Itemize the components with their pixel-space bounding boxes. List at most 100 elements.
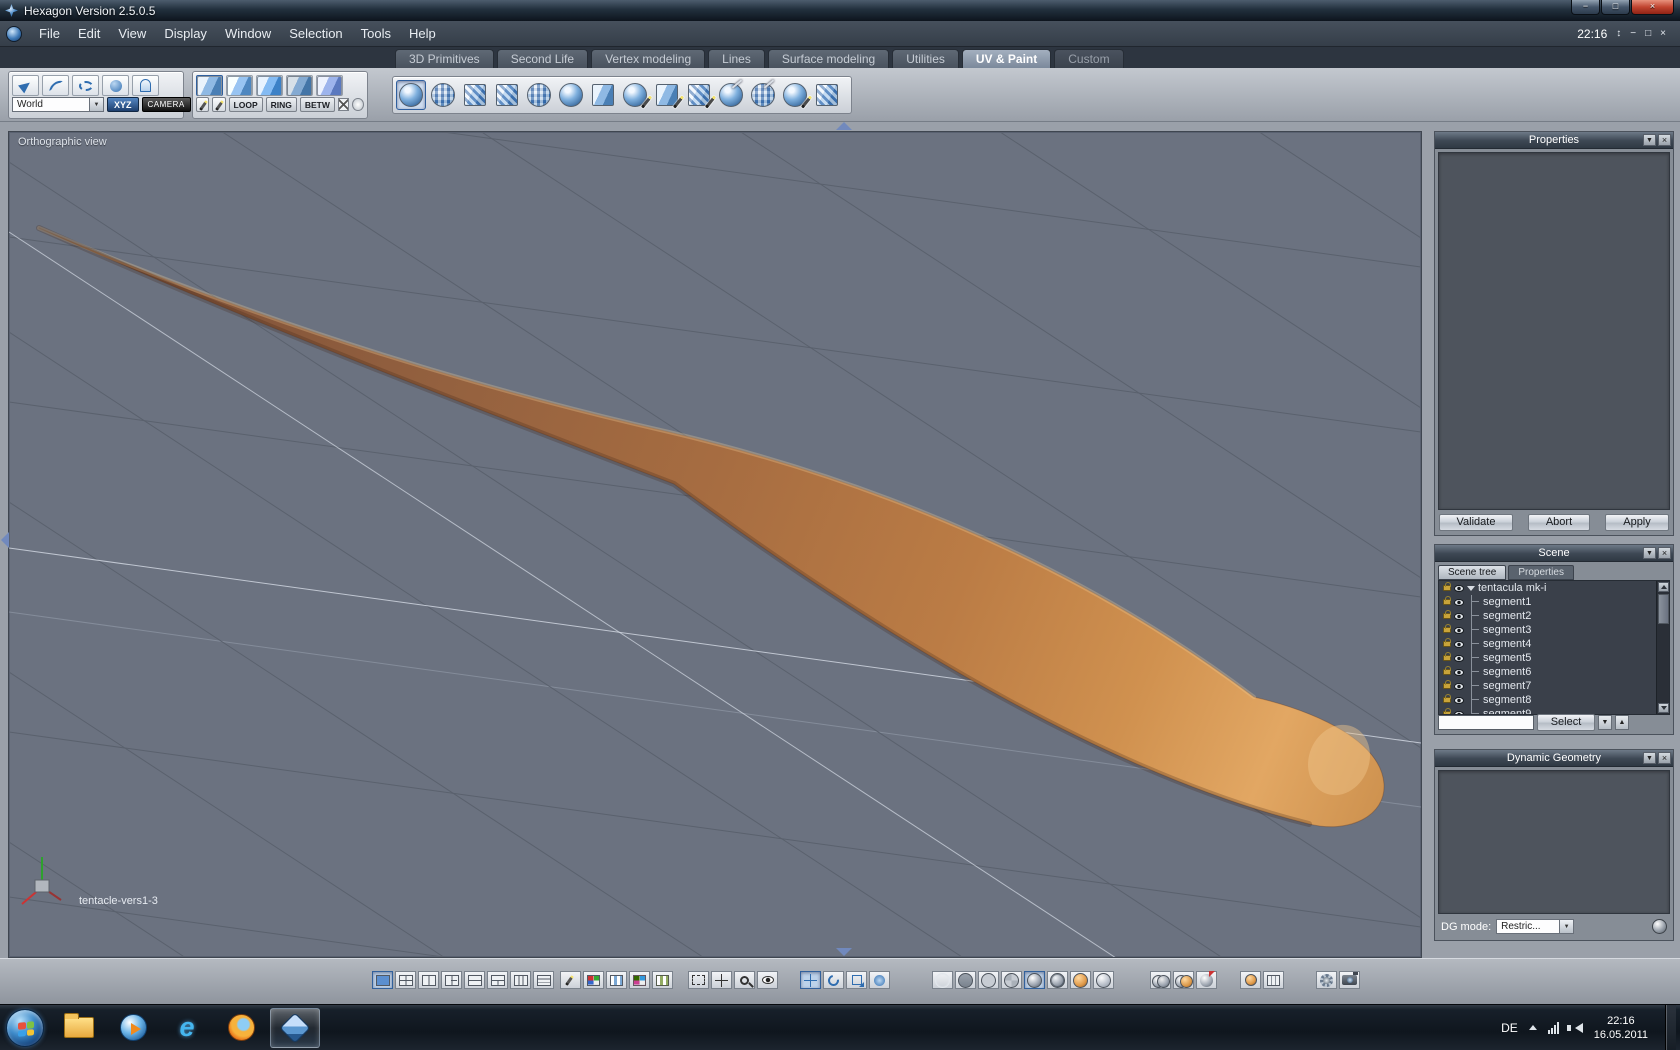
scale-manipulator-icon[interactable]	[846, 971, 867, 989]
uv-knife-sphere-icon[interactable]	[748, 80, 778, 110]
ring-button[interactable]: RING	[265, 97, 297, 112]
lock-icon[interactable]	[1443, 680, 1451, 689]
dg-mode-dropdown[interactable]: Restric... ▼	[1496, 919, 1575, 934]
uv-cubic-projection-icon[interactable]	[492, 80, 522, 110]
scrollbar-thumb[interactable]	[1658, 594, 1669, 624]
render-settings-icon[interactable]	[1316, 971, 1337, 989]
uv-cylindrical-projection-icon[interactable]	[460, 80, 490, 110]
lasso-select-icon[interactable]	[72, 75, 99, 96]
visibility-icon[interactable]	[1454, 584, 1464, 592]
visibility-icon[interactable]	[1454, 682, 1464, 690]
menu-tools[interactable]: Tools	[352, 21, 400, 46]
chevron-down-icon[interactable]: ▼	[90, 97, 104, 112]
shade-all-icon[interactable]	[1173, 971, 1194, 989]
material-preview-icon[interactable]	[1240, 971, 1261, 989]
grow-selection-icon[interactable]	[352, 98, 364, 111]
abort-button[interactable]: Abort	[1528, 514, 1590, 531]
tab-lines[interactable]: Lines	[708, 49, 765, 68]
scene-tree-item[interactable]: segment4	[1439, 637, 1669, 651]
viewport-canvas[interactable]: Orthographic view tentacle-vers1-3	[8, 131, 1422, 958]
layout-three-horizontal-icon[interactable]	[533, 971, 554, 989]
camera-button[interactable]: CAMERA	[141, 97, 191, 112]
tab-utilities[interactable]: Utilities	[892, 49, 959, 68]
edge-pen-icon[interactable]	[196, 97, 210, 112]
uv-multi-cube-icon[interactable]	[812, 80, 842, 110]
tab-second-life[interactable]: Second Life	[496, 49, 589, 68]
menu-edit[interactable]: Edit	[69, 21, 109, 46]
select-down-icon[interactable]: ▼	[1598, 714, 1612, 730]
select-arrow-icon[interactable]	[12, 75, 39, 96]
firefox-icon[interactable]	[216, 1008, 266, 1048]
layout-left-one-right-two-icon[interactable]	[441, 971, 462, 989]
hidden-line-display-icon[interactable]	[955, 971, 976, 989]
uv-stamp-icon[interactable]	[780, 80, 810, 110]
menu-window[interactable]: Window	[216, 21, 280, 46]
layout-single-view-icon[interactable]	[372, 971, 393, 989]
select-button[interactable]: Select	[1537, 713, 1595, 731]
collapse-panel-icon[interactable]: ▼	[1643, 752, 1656, 764]
layout-quad-view-icon[interactable]	[395, 971, 416, 989]
lock-icon[interactable]	[1443, 666, 1451, 675]
flat-wire-display-icon[interactable]	[1001, 971, 1022, 989]
lock-icon[interactable]	[1443, 596, 1451, 605]
minimize-icon[interactable]: −	[1630, 28, 1636, 39]
soft-select-none-icon[interactable]	[196, 75, 223, 96]
apply-button[interactable]: Apply	[1605, 514, 1669, 531]
scene-tree-root[interactable]: tentacula mk-i	[1439, 581, 1669, 595]
uv-checker-sphere-icon[interactable]	[428, 80, 458, 110]
green-grid-icon[interactable]	[652, 971, 673, 989]
visibility-icon[interactable]	[1454, 696, 1464, 704]
collapse-panel-icon[interactable]: ▼	[1643, 547, 1656, 559]
lock-icon[interactable]	[1443, 624, 1451, 633]
validate-button[interactable]: Validate	[1439, 514, 1513, 531]
collapse-panel-icon[interactable]: ▼	[1643, 134, 1656, 146]
soft-select-custom-icon[interactable]	[316, 75, 343, 96]
wireframe-display-icon[interactable]	[932, 971, 953, 989]
tab-scene-tree[interactable]: Scene tree	[1438, 565, 1507, 580]
transparent-display-icon[interactable]	[1093, 971, 1114, 989]
network-icon[interactable]	[1547, 1021, 1559, 1034]
loop-button[interactable]: LOOP	[228, 97, 263, 112]
visibility-icon[interactable]	[1454, 598, 1464, 606]
betw-button[interactable]: BETW	[299, 97, 335, 112]
start-button[interactable]	[6, 1008, 44, 1047]
viewport-top-handle[interactable]	[836, 122, 852, 130]
soft-select-high-icon[interactable]	[286, 75, 313, 96]
ghost-others-icon[interactable]	[1196, 970, 1217, 989]
scene-tree-item[interactable]: segment3	[1439, 623, 1669, 637]
visibility-icon[interactable]	[1454, 640, 1464, 648]
select-up-icon[interactable]: ▲	[1615, 714, 1629, 730]
uv-unwrap-globe-icon[interactable]	[556, 80, 586, 110]
translate-manipulator-icon[interactable]	[800, 971, 821, 989]
expander-icon[interactable]	[1467, 585, 1475, 591]
titlebar[interactable]: Hexagon Version 2.5.0.5 − □ ×	[0, 0, 1680, 21]
soft-select-medium-icon[interactable]	[256, 75, 283, 96]
uv-planar-projection-icon[interactable]	[524, 80, 554, 110]
menu-selection[interactable]: Selection	[280, 21, 351, 46]
menu-display[interactable]: Display	[155, 21, 216, 46]
hexagon-taskbar-icon[interactable]	[270, 1007, 320, 1048]
hexagon-menu-icon[interactable]	[6, 25, 22, 42]
viewport-left-handle[interactable]	[1, 532, 9, 548]
tab-vertex-modeling[interactable]: Vertex modeling	[591, 49, 706, 68]
lock-icon[interactable]	[1443, 582, 1451, 591]
panel-columns-icon[interactable]	[1263, 971, 1284, 989]
edge-pen-plus-icon[interactable]	[212, 97, 226, 112]
scene-tree-item[interactable]: segment5	[1439, 651, 1669, 665]
language-indicator[interactable]: DE	[1501, 1021, 1518, 1035]
flat-shade-display-icon[interactable]	[978, 971, 999, 989]
lock-icon[interactable]	[1443, 694, 1451, 703]
curve-select-icon[interactable]	[42, 75, 69, 96]
menu-help[interactable]: Help	[400, 21, 445, 46]
shade-selection-icon[interactable]	[1150, 971, 1171, 989]
media-player-icon[interactable]	[108, 1008, 158, 1048]
uv-pen-sphere-icon[interactable]	[620, 80, 650, 110]
rotate-manipulator-icon[interactable]	[823, 971, 844, 989]
textured-display-icon[interactable]	[1070, 971, 1091, 989]
scene-panel-header[interactable]: Scene ▼ ×	[1435, 545, 1673, 562]
selection-frame-icon[interactable]	[688, 971, 709, 989]
uv-spherical-projection-icon[interactable]	[396, 80, 426, 110]
tab-scene-properties[interactable]: Properties	[1508, 565, 1574, 580]
hidden-icons-arrow[interactable]	[1528, 1025, 1537, 1030]
zoom-magnifier-icon[interactable]	[734, 971, 755, 989]
